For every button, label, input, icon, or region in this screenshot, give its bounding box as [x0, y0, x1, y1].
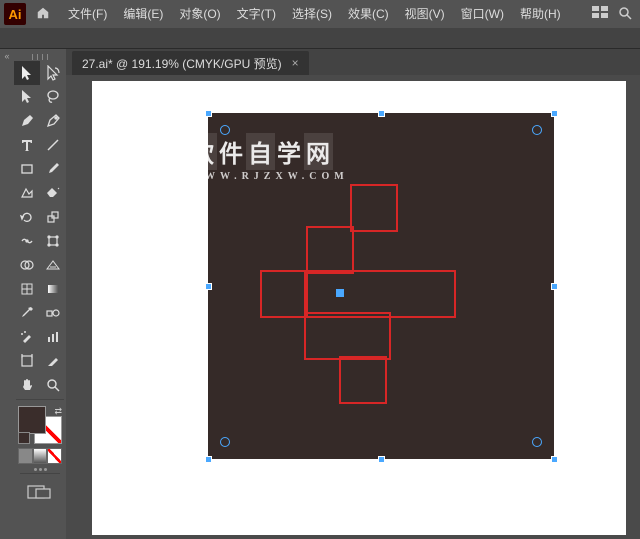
- scale-tool[interactable]: [40, 205, 66, 229]
- blend-tool[interactable]: [40, 301, 66, 325]
- lasso-tool[interactable]: [40, 85, 66, 109]
- rotate-tool[interactable]: [14, 205, 40, 229]
- fill-swatch[interactable]: [18, 406, 46, 434]
- shape-rect[interactable]: [339, 356, 387, 404]
- watermark-char: 件: [217, 133, 246, 170]
- zoom-tool[interactable]: [40, 373, 66, 397]
- collapse-chevron-icon: «: [4, 51, 9, 61]
- document-area: 27.ai* @ 191.19% (CMYK/GPU 预览) × 软 件 自 学…: [66, 49, 640, 539]
- arrange-documents-icon[interactable]: [592, 6, 608, 23]
- watermark-char: 学: [275, 133, 304, 170]
- workspace: «: [0, 49, 640, 539]
- default-fill-stroke-icon[interactable]: [18, 432, 30, 444]
- corner-widget-icon[interactable]: [532, 437, 542, 447]
- selection-handle[interactable]: [378, 110, 385, 117]
- watermark: 软 件 自 学 网 WWW.RJZXW.COM: [188, 133, 349, 182]
- corner-widget-icon[interactable]: [220, 437, 230, 447]
- corner-widget-icon[interactable]: [220, 125, 230, 135]
- menu-bar: 文件(F) 编辑(E) 对象(O) 文字(T) 选择(S) 效果(C) 视图(V…: [60, 0, 569, 28]
- color-mode-icon[interactable]: [18, 448, 33, 464]
- perspective-grid-tool[interactable]: [40, 253, 66, 277]
- menu-effect[interactable]: 效果(C): [340, 0, 397, 28]
- watermark-char: 网: [304, 133, 333, 170]
- selection-handle[interactable]: [551, 283, 558, 290]
- tool-divider: [16, 399, 64, 400]
- document-tab-label: 27.ai* @ 191.19% (CMYK/GPU 预览): [82, 55, 282, 72]
- menu-select[interactable]: 选择(S): [284, 0, 340, 28]
- selection-handle[interactable]: [551, 110, 558, 117]
- eyedropper-tool[interactable]: [14, 301, 40, 325]
- shape-builder-tool[interactable]: [14, 253, 40, 277]
- document-tabbar: 27.ai* @ 191.19% (CMYK/GPU 预览) ×: [66, 49, 640, 75]
- column-graph-tool[interactable]: [40, 325, 66, 349]
- color-swatch-block: ⇄: [14, 402, 66, 504]
- panel-collapse-strip[interactable]: «: [0, 49, 14, 539]
- menu-help[interactable]: 帮助(H): [512, 0, 569, 28]
- menu-window[interactable]: 窗口(W): [453, 0, 512, 28]
- shaper-tool[interactable]: [14, 181, 40, 205]
- panel-grip[interactable]: [14, 53, 66, 61]
- shape-rect[interactable]: [260, 270, 308, 318]
- shape-rect[interactable]: [304, 270, 456, 318]
- slice-tool[interactable]: [40, 349, 66, 373]
- titlebar: Ai 文件(F) 编辑(E) 对象(O) 文字(T) 选择(S) 效果(C) 视…: [0, 0, 640, 28]
- menu-file[interactable]: 文件(F): [60, 0, 115, 28]
- gradient-mode-icon[interactable]: [33, 448, 48, 464]
- shape-rect[interactable]: [350, 184, 398, 232]
- corner-widget-icon[interactable]: [532, 125, 542, 135]
- eraser-tool[interactable]: [40, 181, 66, 205]
- watermark-char: 软: [188, 133, 217, 170]
- selection-handle[interactable]: [551, 456, 558, 463]
- canvas[interactable]: 软 件 自 学 网 WWW.RJZXW.COM: [92, 81, 626, 535]
- line-segment-tool[interactable]: [40, 133, 66, 157]
- shape-rect[interactable]: [306, 226, 354, 274]
- selection-handle[interactable]: [205, 283, 212, 290]
- magic-wand-tool[interactable]: [14, 85, 40, 109]
- control-bar: [0, 28, 640, 49]
- titlebar-right: [592, 6, 632, 23]
- menu-view[interactable]: 视图(V): [397, 0, 453, 28]
- search-icon[interactable]: [618, 6, 632, 23]
- selection-center-anchor[interactable]: [336, 289, 344, 297]
- tool-divider-2: [20, 473, 60, 474]
- canvas-viewport[interactable]: 软 件 自 学 网 WWW.RJZXW.COM: [66, 75, 640, 539]
- watermark-char: 自: [246, 133, 275, 170]
- direct-selection-tool[interactable]: [40, 61, 66, 85]
- app-logo: Ai: [4, 3, 26, 25]
- menu-edit[interactable]: 编辑(E): [115, 0, 171, 28]
- watermark-url: WWW.RJZXW.COM: [190, 171, 349, 182]
- type-tool[interactable]: [14, 133, 40, 157]
- paintbrush-tool[interactable]: [40, 157, 66, 181]
- mesh-tool[interactable]: [14, 277, 40, 301]
- swap-fill-stroke-icon[interactable]: ⇄: [54, 406, 62, 417]
- tools-panel: ⇄: [14, 49, 66, 539]
- selection-handle[interactable]: [205, 456, 212, 463]
- home-icon[interactable]: [36, 6, 50, 23]
- rectangle-tool[interactable]: [14, 157, 40, 181]
- menu-object[interactable]: 对象(O): [171, 0, 228, 28]
- selection-handle[interactable]: [378, 456, 385, 463]
- artboard-tool[interactable]: [14, 349, 40, 373]
- free-transform-tool[interactable]: [40, 229, 66, 253]
- curvature-tool[interactable]: [40, 109, 66, 133]
- width-tool[interactable]: [14, 229, 40, 253]
- menu-type[interactable]: 文字(T): [229, 0, 284, 28]
- none-mode-icon[interactable]: [47, 448, 62, 464]
- screen-mode-icon[interactable]: [22, 482, 58, 502]
- more-tools-icon[interactable]: [18, 468, 62, 471]
- selection-tool[interactable]: [14, 61, 40, 85]
- hand-tool[interactable]: [14, 373, 40, 397]
- symbol-sprayer-tool[interactable]: [14, 325, 40, 349]
- gradient-tool[interactable]: [40, 277, 66, 301]
- selection-handle[interactable]: [205, 110, 212, 117]
- shape-rect[interactable]: [304, 312, 391, 360]
- tab-close-icon[interactable]: ×: [292, 56, 299, 70]
- document-tab[interactable]: 27.ai* @ 191.19% (CMYK/GPU 预览) ×: [72, 51, 309, 75]
- pen-tool[interactable]: [14, 109, 40, 133]
